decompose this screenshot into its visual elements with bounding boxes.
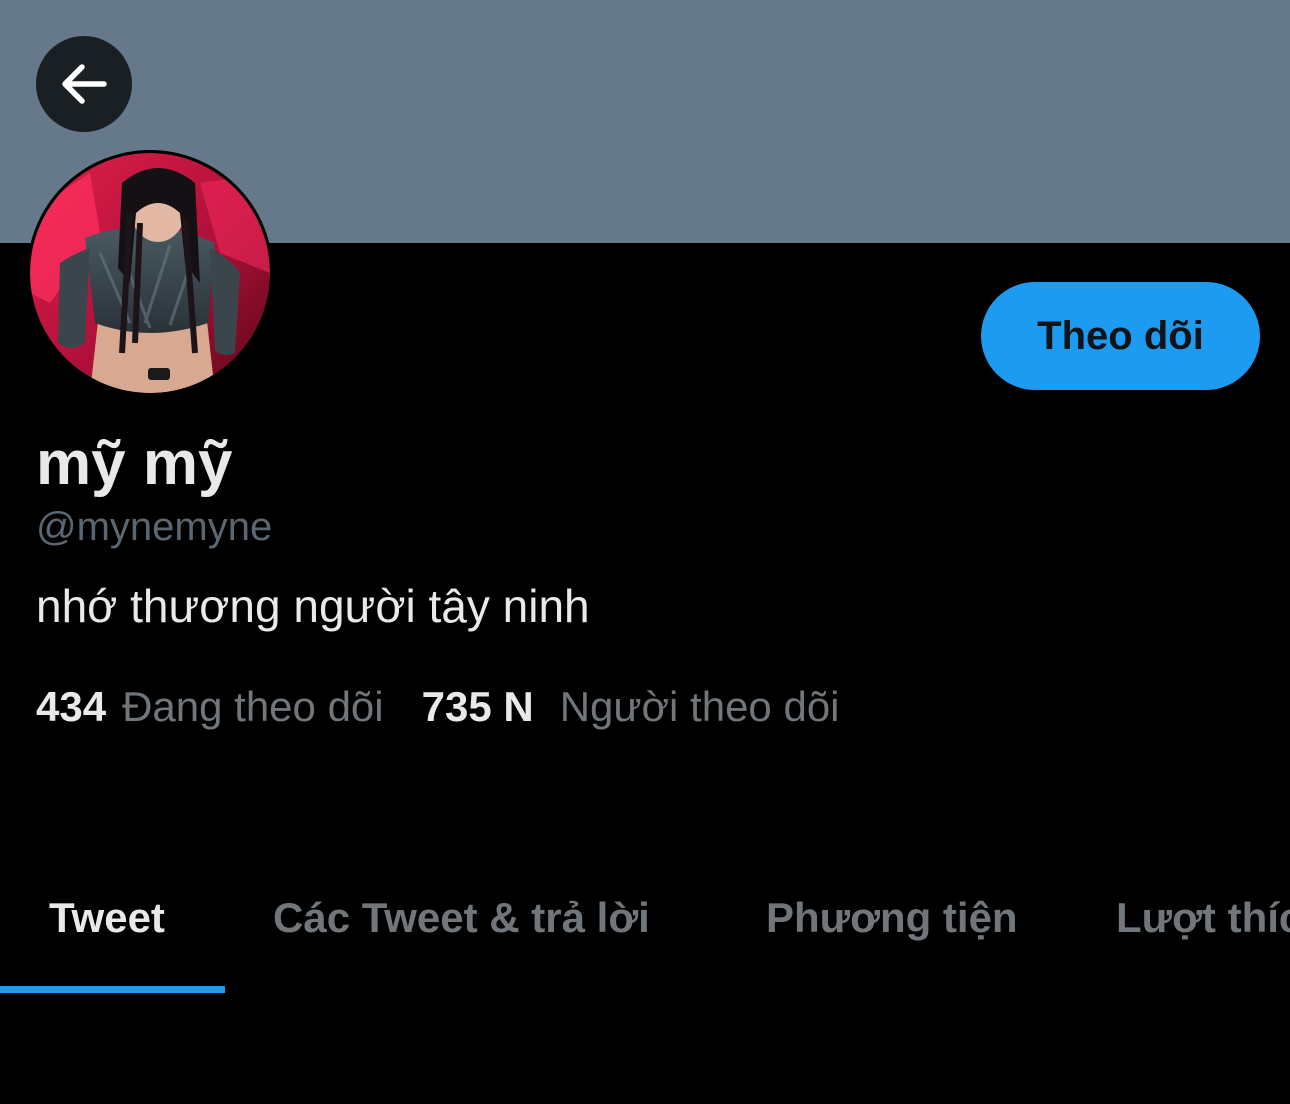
avatar[interactable]	[27, 150, 273, 396]
profile-handle: @mynemyne	[36, 505, 273, 549]
profile-bio: nhớ thương người tây ninh	[36, 580, 590, 632]
tab-tweets-and-replies[interactable]: Các Tweet & trả lời	[273, 860, 650, 976]
following-link[interactable]: 434 Đang theo dõi	[36, 680, 384, 734]
followers-label: Người theo dõi	[559, 683, 840, 730]
back-button[interactable]	[36, 36, 132, 132]
profile-tabs: Tweet Các Tweet & trả lời Phương tiện Lư…	[0, 860, 1290, 996]
profile-page: Theo dõi mỹ mỹ @mynemyne nhớ thương ngườ…	[0, 0, 1290, 1104]
tab-likes[interactable]: Lượt thích	[1116, 860, 1290, 976]
follow-button[interactable]: Theo dõi	[981, 282, 1260, 390]
following-count: 434	[36, 683, 107, 730]
display-name: mỹ mỹ	[36, 429, 233, 498]
profile-stats: 434 Đang theo dõi 735 N Người theo dõi	[36, 680, 840, 734]
followers-link[interactable]: 735 N Người theo dõi	[422, 680, 840, 734]
tab-tweets[interactable]: Tweet	[49, 860, 165, 976]
following-label: Đang theo dõi	[122, 683, 384, 730]
arrow-left-icon	[62, 64, 107, 104]
tab-media[interactable]: Phương tiện	[766, 860, 1018, 976]
active-tab-indicator	[0, 986, 225, 993]
avatar-image	[30, 153, 270, 393]
followers-count: 735 N	[421, 683, 534, 730]
